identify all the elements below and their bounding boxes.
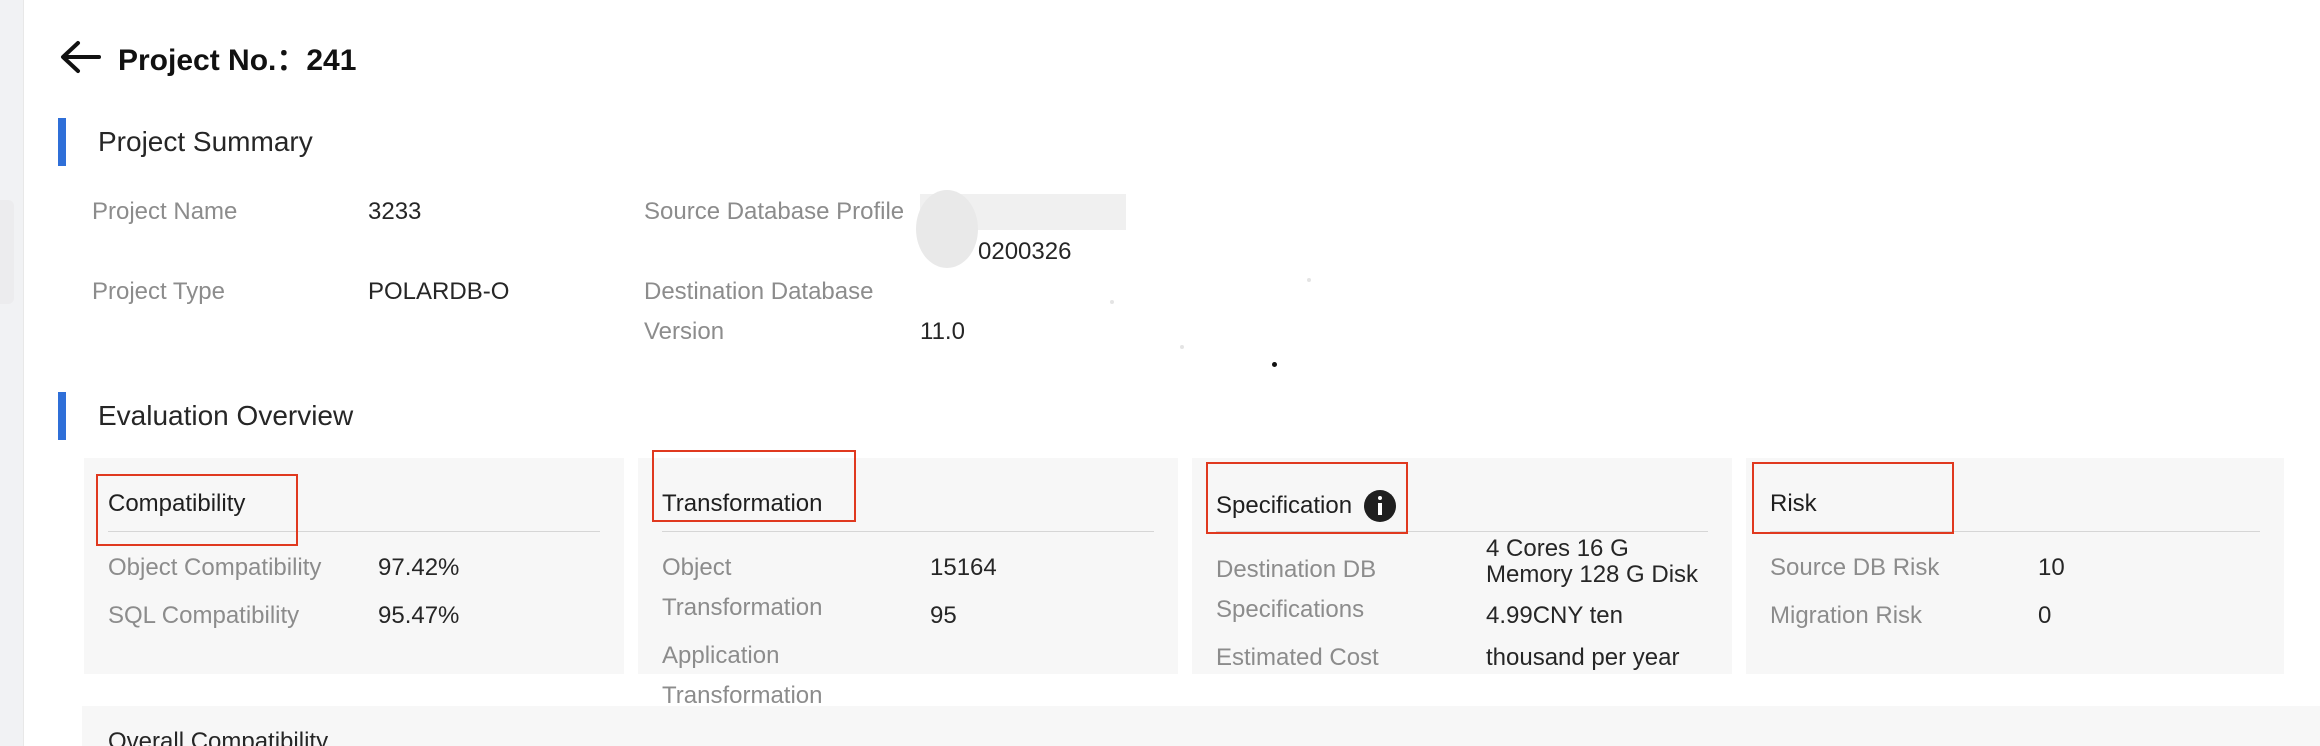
page-header: Project No.：241 bbox=[58, 34, 356, 80]
sql-compatibility-label: SQL Compatibility bbox=[108, 602, 300, 629]
project-summary-heading: Project Summary bbox=[98, 126, 313, 157]
source-db-risk-label: Source DB Risk bbox=[1770, 554, 1940, 581]
card-header: Compatibility bbox=[108, 486, 600, 532]
object-compatibility-label: Object Compatibility bbox=[108, 554, 322, 581]
object-compatibility-value: 97.42% bbox=[378, 554, 460, 581]
project-summary-section-header: Project Summary bbox=[58, 118, 313, 166]
destination-db-spec-label-line2: Specifications bbox=[1216, 596, 1365, 623]
overall-compatibility-heading: Overall Compatibility bbox=[108, 728, 329, 746]
back-arrow-icon[interactable] bbox=[58, 37, 102, 77]
card-header: Transformation bbox=[662, 486, 1154, 532]
section-accent-bar bbox=[58, 118, 66, 166]
source-db-profile-label: Source Database Profile bbox=[644, 198, 905, 225]
info-icon[interactable] bbox=[1364, 490, 1397, 522]
destination-db-spec-label-line1: Destination DB bbox=[1216, 556, 1377, 583]
page-title: Project No.：241 bbox=[118, 44, 357, 77]
project-name-value: 3233 bbox=[368, 198, 422, 225]
risk-card: Risk Source DB Risk 10 Migration Risk 0 bbox=[1746, 458, 2284, 674]
source-db-risk-value: 10 bbox=[2038, 554, 2065, 581]
evaluation-overview-section-header: Evaluation Overview bbox=[58, 392, 353, 440]
specification-card-title: Specification bbox=[1216, 490, 1397, 522]
compatibility-card-title: Compatibility bbox=[108, 490, 246, 517]
estimated-cost-value-line1: 4.99CNY ten bbox=[1486, 602, 1623, 629]
transformation-card-title: Transformation bbox=[662, 490, 823, 517]
artifact-dot bbox=[1307, 278, 1311, 282]
specification-title-text: Specification bbox=[1216, 492, 1353, 519]
artifact-dot bbox=[1110, 300, 1114, 304]
destination-db-spec-value-line2: Memory 128 G Disk bbox=[1486, 561, 1699, 588]
source-db-profile-value: 0200326 bbox=[978, 238, 1072, 265]
sidebar-collapse-handle[interactable] bbox=[0, 200, 14, 304]
application-transformation-label-line1: Application bbox=[662, 642, 780, 669]
application-transformation-value: 95 bbox=[930, 602, 957, 629]
specification-card: Specification Destination DB Specificati… bbox=[1192, 458, 1732, 674]
compatibility-card: Compatibility Object Compatibility 97.42… bbox=[84, 458, 624, 674]
object-transformation-label-line2: Transformation bbox=[662, 594, 823, 621]
card-header: Risk bbox=[1770, 486, 2260, 532]
evaluation-overview-heading: Evaluation Overview bbox=[98, 400, 354, 431]
dest-db-version-value: 11.0 bbox=[920, 318, 965, 345]
artifact-dot bbox=[1180, 345, 1184, 349]
estimated-cost-label: Estimated Cost bbox=[1216, 644, 1379, 671]
migration-risk-label: Migration Risk bbox=[1770, 602, 1923, 629]
redaction-mask bbox=[916, 190, 978, 268]
object-transformation-label-line1: Object bbox=[662, 554, 732, 581]
section-accent-bar bbox=[58, 392, 66, 440]
dest-db-version-label-line2: Version bbox=[644, 318, 725, 345]
risk-card-title: Risk bbox=[1770, 490, 1817, 517]
card-header: Specification bbox=[1216, 486, 1708, 532]
project-type-label: Project Type bbox=[92, 278, 225, 305]
dest-db-version-label-line1: Destination Database bbox=[644, 278, 874, 305]
project-type-value: POLARDB-O bbox=[368, 278, 510, 305]
object-transformation-value: 15164 bbox=[930, 554, 997, 581]
migration-risk-value: 0 bbox=[2038, 602, 2052, 629]
sql-compatibility-value: 95.47% bbox=[378, 602, 460, 629]
estimated-cost-value-line2: thousand per year bbox=[1486, 644, 1680, 671]
artifact-dot bbox=[1272, 362, 1277, 367]
overall-compatibility-panel: Overall Compatibility bbox=[82, 706, 2320, 746]
project-name-label: Project Name bbox=[92, 198, 238, 225]
transformation-card: Transformation Object Transformation 151… bbox=[638, 458, 1178, 674]
left-gutter bbox=[0, 0, 24, 746]
